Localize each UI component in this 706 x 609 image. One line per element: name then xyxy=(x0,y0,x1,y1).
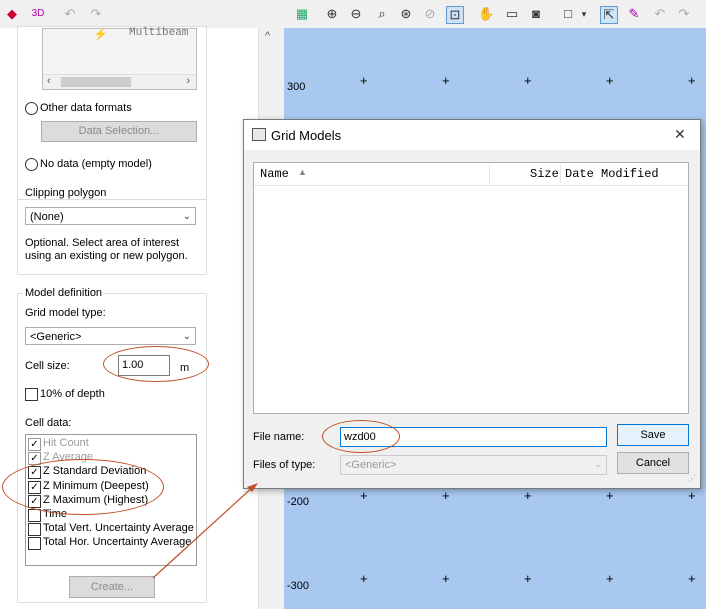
arrow-line xyxy=(152,485,255,579)
annotation-arrow xyxy=(152,483,258,579)
